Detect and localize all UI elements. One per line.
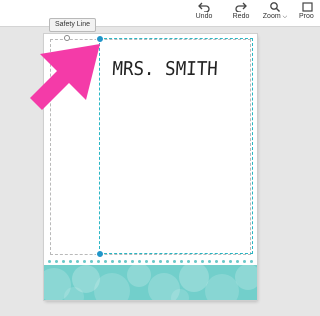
proof-button[interactable]: Proo — [292, 0, 320, 26]
pointer-arrow-icon — [30, 44, 100, 110]
safety-line-tooltip: Safety Line — [49, 18, 97, 32]
name-text-element[interactable]: MRS. SMITH — [112, 58, 218, 80]
dotted-border-row — [44, 258, 257, 264]
undo-button[interactable]: Undo — [184, 0, 224, 26]
proof-label: Proo — [299, 13, 314, 20]
resize-handle-bottom-left[interactable] — [96, 250, 104, 258]
top-toolbar: Undo Redo Zoom ⌵ Proo — [0, 0, 320, 27]
undo-icon — [198, 2, 210, 12]
redo-label: Redo — [232, 13, 250, 20]
redo-icon — [235, 2, 247, 12]
undo-label: Undo — [195, 13, 213, 20]
chevron-down-icon: ⌵ — [282, 14, 288, 20]
zoom-icon — [270, 2, 280, 12]
rotate-handle[interactable] — [64, 35, 70, 41]
proof-icon — [302, 2, 313, 12]
zoom-label: Zoom ⌵ — [262, 13, 288, 20]
bubble-pattern — [44, 265, 257, 300]
resize-handle-top-left[interactable] — [96, 35, 104, 43]
zoom-button[interactable]: Zoom ⌵ — [255, 0, 295, 26]
decorative-bubble-band — [44, 265, 257, 300]
